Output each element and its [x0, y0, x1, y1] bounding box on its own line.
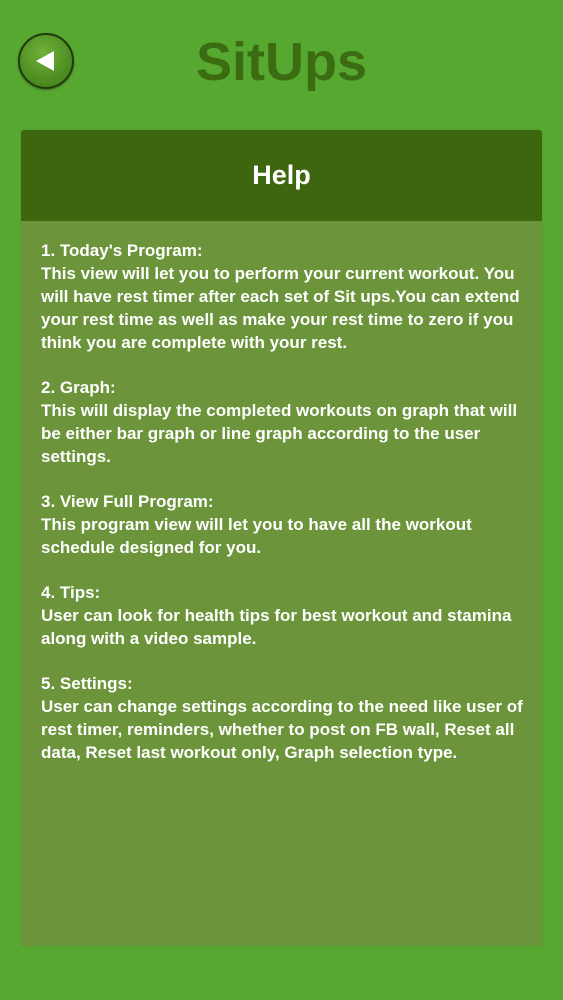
- help-title: Help: [252, 160, 311, 190]
- help-section-tips: 4. Tips: User can look for health tips f…: [41, 581, 524, 650]
- help-list: 1. Today's Program: This view will let y…: [21, 221, 542, 764]
- help-section-settings: 5. Settings: User can change settings ac…: [41, 672, 524, 764]
- help-section-body: User can change settings according to th…: [41, 697, 523, 762]
- help-section-graph: 2. Graph: This will display the complete…: [41, 376, 524, 468]
- app-title: SitUps: [195, 32, 368, 92]
- help-section-heading: 3. View Full Program:: [41, 492, 214, 511]
- help-section-todays-program: 1. Today's Program: This view will let y…: [41, 239, 524, 354]
- help-panel: Help 1. Today's Program: This view will …: [21, 130, 542, 946]
- help-section-body: This program view will let you to have a…: [41, 515, 472, 557]
- help-section-heading: 2. Graph:: [41, 378, 116, 397]
- help-section-body: User can look for health tips for best w…: [41, 606, 512, 648]
- help-section-view-full-program: 3. View Full Program: This program view …: [41, 490, 524, 559]
- help-section-body: This view will let you to perform your c…: [41, 264, 520, 352]
- help-section-heading: 5. Settings:: [41, 674, 133, 693]
- help-section-body: This will display the completed workouts…: [41, 401, 518, 466]
- help-panel-header: Help: [21, 130, 542, 221]
- help-section-heading: 1. Today's Program:: [41, 241, 203, 260]
- help-section-heading: 4. Tips:: [41, 583, 101, 602]
